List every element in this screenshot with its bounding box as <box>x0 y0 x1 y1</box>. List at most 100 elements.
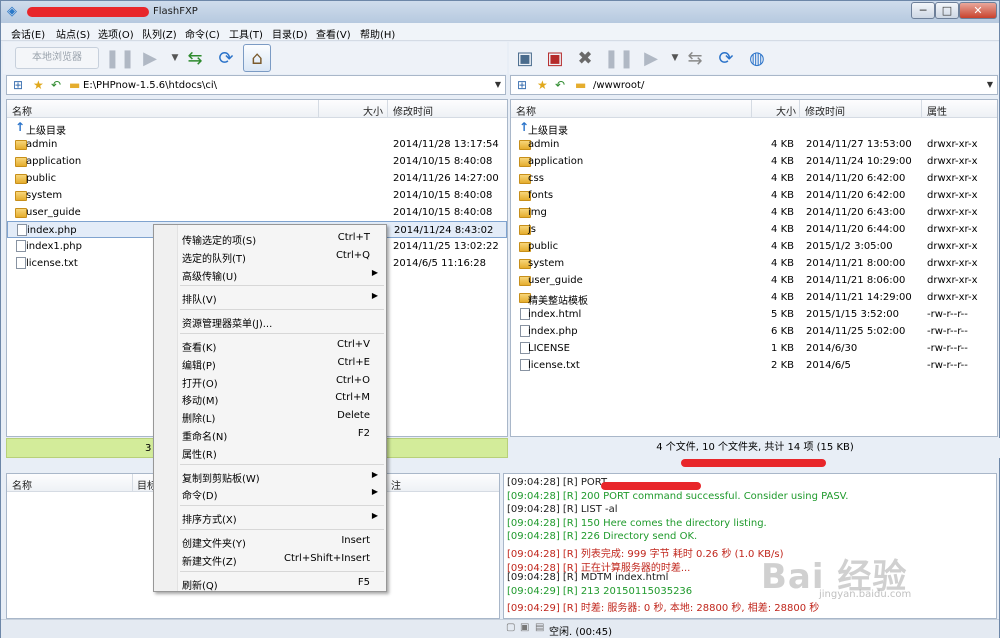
context-menu-item[interactable]: 高级传输(U) ▶ <box>180 265 384 283</box>
remote-file-row[interactable]: application 4 KB 2014/11/24 10:29:00 drwxr-… <box>511 153 997 170</box>
remote-file-row[interactable]: system 4 KB 2014/11/21 8:00:00 drwxr-xr-x <box>511 255 997 272</box>
home-icon[interactable]: ⌂ <box>243 44 271 72</box>
context-menu-item[interactable]: 移动(M) Ctrl+M <box>180 389 384 407</box>
queue-column-name[interactable]: 名称 <box>12 477 32 492</box>
local-browser-button[interactable]: 本地浏览器 <box>15 47 99 69</box>
remote-file-row[interactable]: 精美整站模板 4 KB 2014/11/21 14:29:00 drwxr-xr-x <box>511 289 997 307</box>
chevron-down-icon[interactable]: ▼ <box>495 80 501 89</box>
refresh-icon[interactable]: ⟳ <box>712 44 740 72</box>
local-file-row[interactable]: application 2014/10/15 8:40:08 <box>7 153 507 170</box>
context-menu-item[interactable]: 传输选定的项(S) Ctrl+T <box>180 229 384 247</box>
column-divider[interactable] <box>799 100 800 118</box>
context-menu-item[interactable]: 资源管理器菜单(J)... <box>180 312 384 330</box>
context-menu-item[interactable]: 查看(K) Ctrl+V <box>180 336 384 354</box>
remote-file-row[interactable]: index.php 6 KB 2014/11/25 5:02:00 -rw-r--r-… <box>511 323 997 340</box>
local-file-row[interactable]: admin 2014/11/28 13:17:54 <box>7 136 507 153</box>
menu-session[interactable]: 会话(E) <box>11 26 45 41</box>
menu-commands[interactable]: 命令(C) <box>185 26 220 41</box>
tree-icon[interactable]: ⊞ <box>517 78 527 92</box>
connect-icon[interactable]: ▣ <box>511 44 539 72</box>
column-size[interactable]: 大小 <box>363 103 383 118</box>
context-menu-item[interactable]: 重命名(N) F2 <box>180 425 384 443</box>
context-menu-item[interactable]: 排队(V) ▶ <box>180 288 384 306</box>
chevron-down-icon[interactable]: ▼ <box>987 80 993 89</box>
menu-options[interactable]: 选项(O) <box>98 26 134 41</box>
abort-icon[interactable]: ✖ <box>571 44 599 72</box>
column-divider[interactable] <box>132 474 133 492</box>
title-bar[interactable]: ◈ FlashFXP ─ □ ✕ <box>1 1 999 23</box>
column-name[interactable]: 名称 <box>12 103 32 118</box>
maximize-button[interactable]: □ <box>935 2 959 19</box>
column-modified[interactable]: 修改时间 <box>393 103 433 118</box>
remote-file-row[interactable]: js 4 KB 2014/11/20 6:44:00 drwxr-xr-x <box>511 221 997 238</box>
menu-view[interactable]: 查看(V) <box>316 26 351 41</box>
favorite-star-icon[interactable]: ★ <box>537 78 548 92</box>
remote-file-row[interactable]: LICENSE 1 KB 2014/6/30 -rw-r--r-- <box>511 340 997 357</box>
remote-file-row[interactable]: img 4 KB 2014/11/20 6:43:00 drwxr-xr-x <box>511 204 997 221</box>
column-size[interactable]: 大小 <box>776 103 796 118</box>
remote-path-bar[interactable]: ⊞ ★ ↶ ▬ /wwwroot/ ▼ <box>510 75 998 95</box>
close-button[interactable]: ✕ <box>959 2 997 19</box>
redacted-title <box>27 7 149 17</box>
local-file-row[interactable]: ↑ 上级目录 <box>7 119 507 137</box>
file-modified: 2014/11/20 6:42:00 <box>806 173 906 184</box>
globe-icon[interactable]: ◍ <box>743 44 771 72</box>
context-menu-item[interactable]: 编辑(P) Ctrl+E <box>180 354 384 372</box>
file-modified: 2014/11/21 8:06:00 <box>806 275 906 286</box>
file-modified: 2014/6/30 <box>806 343 858 354</box>
column-divider[interactable] <box>387 100 388 118</box>
context-menu-item[interactable]: 排序方式(X) ▶ <box>180 508 384 526</box>
remote-file-row[interactable]: ↑ 上级目录 <box>511 119 997 137</box>
context-menu-item[interactable]: 命令(D) ▶ <box>180 484 384 502</box>
play-icon[interactable]: ▶ <box>136 44 164 72</box>
pause-icon[interactable]: ❚❚ <box>105 44 135 72</box>
disconnect-icon[interactable]: ▣ <box>541 44 569 72</box>
favorite-star-icon[interactable]: ★ <box>33 78 44 92</box>
pause-icon[interactable]: ❚❚ <box>604 44 634 72</box>
local-file-row[interactable]: public 2014/11/26 14:27:00 <box>7 170 507 187</box>
menu-help[interactable]: 帮助(H) <box>360 26 395 41</box>
column-divider[interactable] <box>318 100 319 118</box>
context-menu-item[interactable]: 属性(R) <box>180 443 384 461</box>
file-attr: drwxr-xr-x <box>927 173 978 184</box>
local-file-row[interactable]: user_guide 2014/10/15 8:40:08 <box>7 204 507 221</box>
context-menu-item[interactable]: 选定的队列(T) Ctrl+Q <box>180 247 384 265</box>
file-size: 4 KB <box>771 258 794 269</box>
column-divider[interactable] <box>751 100 752 118</box>
remote-file-row[interactable]: license.txt 2 KB 2014/6/5 -rw-r--r-- <box>511 357 997 374</box>
column-attr[interactable]: 属性 <box>927 103 947 118</box>
menu-bar: 会话(E) 站点(S) 选项(O) 队列(Z) 命令(C) 工具(T) 目录(D… <box>1 23 999 41</box>
remote-file-row[interactable]: user_guide 4 KB 2014/11/21 8:06:00 drwxr-xr… <box>511 272 997 289</box>
menu-directory[interactable]: 目录(D) <box>272 26 308 41</box>
file-attr: drwxr-xr-x <box>927 241 978 252</box>
remote-file-row[interactable]: admin 4 KB 2014/11/27 13:53:00 drwxr-xr-x <box>511 136 997 153</box>
column-divider[interactable] <box>921 100 922 118</box>
context-menu-item[interactable]: 新建文件(Z) Ctrl+Shift+Insert <box>180 550 384 568</box>
tree-icon[interactable]: ⊞ <box>13 78 23 92</box>
column-modified[interactable]: 修改时间 <box>805 103 845 118</box>
context-menu-item[interactable]: 打开(O) Ctrl+O <box>180 372 384 390</box>
context-menu-item[interactable]: 删除(L) Delete <box>180 407 384 425</box>
transfer-icon[interactable]: ⇆ <box>181 44 209 72</box>
remote-file-row[interactable]: index.html 5 KB 2015/1/15 3:52:00 -rw-r--r-… <box>511 306 997 323</box>
file-modified: 2014/6/5 11:16:28 <box>393 258 487 269</box>
context-menu-item[interactable]: 刷新(Q) F5 <box>180 574 384 592</box>
queue-column-note[interactable]: 注 <box>391 477 401 492</box>
local-file-row[interactable]: system 2014/10/15 8:40:08 <box>7 187 507 204</box>
context-menu-item[interactable]: 创建文件夹(Y) Insert <box>180 532 384 550</box>
refresh-icon[interactable]: ⟳ <box>212 44 240 72</box>
menu-item-label: 复制到剪贴板(W) <box>182 473 260 485</box>
remote-file-row[interactable]: css 4 KB 2014/11/20 6:42:00 drwxr-xr-x <box>511 170 997 187</box>
transfer-icon[interactable]: ⇆ <box>681 44 709 72</box>
go-up-icon[interactable]: ↶ <box>555 78 565 92</box>
menu-tools[interactable]: 工具(T) <box>229 26 263 41</box>
column-name[interactable]: 名称 <box>516 103 536 118</box>
local-path-bar[interactable]: ⊞ ★ ↶ ▬ E:\PHPnow-1.5.6\htdocs\ci\ ▼ <box>6 75 506 95</box>
remote-file-row[interactable]: public 4 KB 2015/1/2 3:05:00 drwxr-xr-x <box>511 238 997 255</box>
menu-sites[interactable]: 站点(S) <box>56 26 90 41</box>
go-up-icon[interactable]: ↶ <box>51 78 61 92</box>
menu-queue[interactable]: 队列(Z) <box>142 26 177 41</box>
remote-file-row[interactable]: fonts 4 KB 2014/11/20 6:42:00 drwxr-xr-x <box>511 187 997 204</box>
context-menu-item[interactable]: 复制到剪贴板(W) ▶ <box>180 467 384 485</box>
minimize-button[interactable]: ─ <box>911 2 935 19</box>
